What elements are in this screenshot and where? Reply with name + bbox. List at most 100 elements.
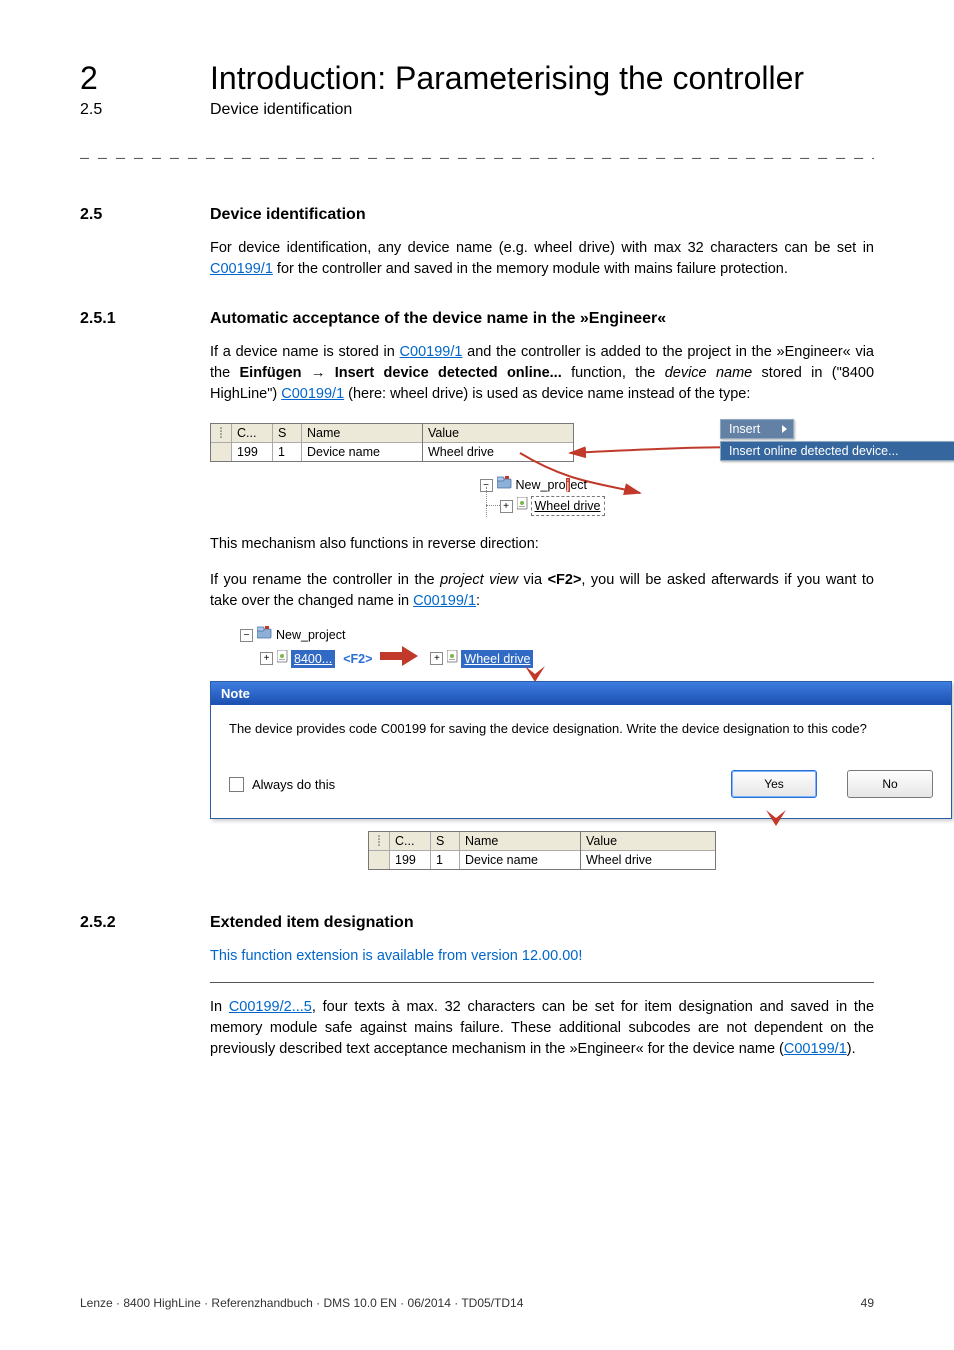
link-c00199-1[interactable]: C00199/1 — [413, 593, 476, 609]
separator-dashes: _ _ _ _ _ _ _ _ _ _ _ _ _ _ _ _ _ _ _ _ … — [80, 145, 874, 162]
table-header-row: Value — [423, 424, 573, 442]
cell-label: Device name — [460, 850, 580, 869]
heading-title: Device identification — [210, 206, 366, 224]
heading-2-5-1: 2.5.1 Automatic acceptance of the device… — [80, 310, 874, 328]
collapse-icon[interactable]: − — [240, 629, 253, 642]
heading-num: 2.5.2 — [80, 914, 210, 932]
heading-2-5-2: 2.5.2 Extended item designation — [80, 914, 874, 932]
link-c00199-1[interactable]: C00199/1 — [210, 261, 273, 277]
context-menu: Insert Insert online detected device... — [720, 419, 954, 463]
menu-label: Insert — [729, 422, 760, 436]
folder-icon — [257, 626, 272, 644]
param-grid: C... S Name 199 1 Device name — [210, 423, 423, 462]
col-name: Name — [460, 832, 580, 850]
menu-item-insert-online-detected[interactable]: Insert online detected device... — [720, 441, 954, 461]
text: function, the — [562, 365, 665, 381]
text: for the controller and saved in the memo… — [273, 261, 788, 277]
section-number: 2.5 — [80, 101, 210, 119]
menu-label: Insert online detected device... — [729, 444, 899, 458]
col-value: Value — [581, 832, 715, 850]
button-label: Yes — [764, 777, 784, 791]
yes-button[interactable]: Yes — [731, 770, 817, 798]
tree-label: New_project — [516, 476, 588, 494]
param-value-grid: Value Wheel drive — [422, 423, 574, 462]
text: ). — [847, 1041, 856, 1057]
chapter-title: Introduction: Parameterising the control… — [210, 60, 804, 97]
heading-num: 2.5.1 — [80, 310, 210, 328]
key-f2-label: <F2> — [343, 650, 372, 668]
table-row: Wheel drive — [423, 442, 573, 461]
heading-title: Automatic acceptance of the device name … — [210, 310, 666, 328]
cell-sub: 1 — [431, 850, 460, 869]
expand-icon[interactable]: + — [500, 500, 513, 513]
page-footer: Lenze · 8400 HighLine · Referenzhandbuch… — [80, 1296, 874, 1310]
cell-sub: 1 — [273, 442, 302, 461]
table-row: 199 1 Device name — [211, 442, 422, 461]
text-italic: project view — [440, 572, 518, 588]
dialog-title: Note — [211, 682, 951, 705]
heading-2-5: 2.5 Device identification — [80, 206, 874, 224]
tree-node-project[interactable]: − New_project — [240, 626, 874, 644]
tree-label-selected: 8400... — [291, 650, 335, 668]
param-grid: C... S Name 199 1 Device name — [368, 831, 581, 870]
arrow-down-icon — [520, 652, 550, 684]
text: (here: wheel drive) is used as device na… — [344, 386, 750, 402]
cell-code: 199 — [232, 442, 273, 461]
chapter-heading: 2 Introduction: Parameterising the contr… — [80, 60, 874, 97]
col-value: Value — [423, 424, 573, 442]
tree-node-8400[interactable]: + 8400... <F2> + Wheel drive — [260, 646, 874, 671]
checkbox-icon[interactable] — [229, 777, 244, 792]
dialog-message: The device provides code C00199 for savi… — [229, 721, 933, 736]
no-button[interactable]: No — [847, 770, 933, 798]
grip-icon — [369, 850, 390, 869]
text: In — [210, 999, 229, 1015]
figure-insert-device: C... S Name 199 1 Device name Value — [210, 423, 874, 516]
text: If a device name is stored in — [210, 344, 400, 360]
grip-icon — [211, 424, 232, 442]
text: For device identification, any device na… — [210, 240, 874, 256]
divider — [210, 982, 874, 983]
section-subheading: 2.5 Device identification — [80, 101, 874, 119]
link-c00199-1[interactable]: C00199/1 — [784, 1041, 847, 1057]
table-header-row: Value — [581, 832, 715, 850]
link-c00199-2-5[interactable]: C00199/2...5 — [229, 999, 312, 1015]
footer-left: Lenze · 8400 HighLine · Referenzhandbuch… — [80, 1296, 523, 1310]
device-icon — [277, 650, 288, 668]
arrow-down-icon — [761, 796, 791, 836]
device-icon — [447, 650, 458, 668]
table-header-row: C... S Name — [211, 424, 422, 442]
project-tree: − New_project + 8400... <F2> + Wheel dri… — [240, 626, 874, 671]
arrow-icon: → — [302, 365, 335, 381]
expand-icon[interactable]: + — [260, 652, 273, 665]
figure-rename: − New_project + 8400... <F2> + Wheel dri… — [210, 626, 874, 870]
tree-node-project[interactable]: − New_project — [480, 476, 605, 494]
folder-icon — [497, 476, 512, 494]
chapter-number: 2 — [80, 60, 210, 97]
link-c00199-1[interactable]: C00199/1 — [281, 386, 344, 402]
text: : — [476, 593, 480, 609]
heading-num: 2.5 — [80, 206, 210, 224]
cell-label: Device name — [302, 442, 422, 461]
col-c: C... — [390, 832, 431, 850]
para-reverse-a: This mechanism also functions in reverse… — [210, 534, 874, 555]
tree-label-selected: Wheel drive — [531, 496, 605, 516]
cell-code: 199 — [390, 850, 431, 869]
table-row: Wheel drive — [581, 850, 715, 869]
col-name: Name — [302, 424, 422, 442]
text-italic: device name — [665, 365, 753, 381]
grip-icon — [211, 442, 232, 461]
cell-value: Wheel drive — [581, 850, 715, 869]
expand-icon[interactable]: + — [430, 652, 443, 665]
link-c00199-1[interactable]: C00199/1 — [400, 344, 463, 360]
col-c: C... — [232, 424, 273, 442]
menu-item-insert[interactable]: Insert — [720, 419, 794, 439]
section-title: Device identification — [210, 101, 352, 119]
para-reverse-b: If you rename the controller in the proj… — [210, 570, 874, 612]
tree-node-device[interactable]: + Wheel drive — [500, 496, 605, 516]
always-do-this-checkbox[interactable]: Always do this — [229, 777, 335, 792]
col-s: S — [273, 424, 302, 442]
button-label: No — [882, 777, 897, 791]
text-bold: Insert device detected online... — [335, 365, 562, 381]
text: via — [518, 572, 547, 588]
text: If you rename the controller in the — [210, 572, 440, 588]
